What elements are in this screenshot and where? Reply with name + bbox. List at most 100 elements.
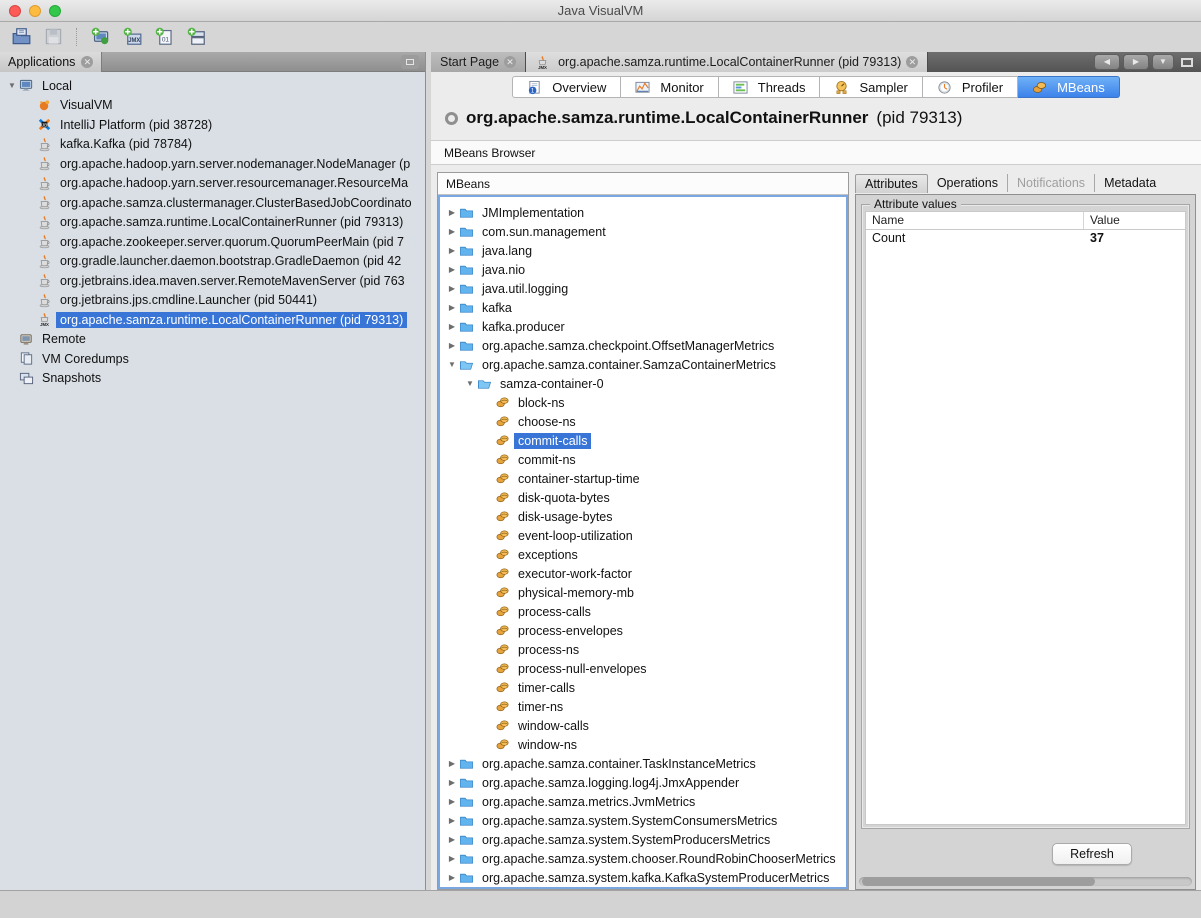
add-application-snapshot-button[interactable]	[183, 26, 209, 48]
tree-item[interactable]: ▼samza-container-0	[440, 374, 846, 393]
tree-item[interactable]: org.jetbrains.jps.cmdline.Launcher (pid …	[0, 291, 425, 311]
tree-item[interactable]: ▶org.apache.samza.checkpoint.OffsetManag…	[440, 336, 846, 355]
collapse-toggle-icon[interactable]: ▼	[463, 379, 477, 388]
expand-toggle-icon[interactable]: ▶	[445, 759, 459, 768]
add-remote-host-button[interactable]	[87, 26, 113, 48]
tree-item[interactable]: org.apache.zookeeper.server.quorum.Quoru…	[0, 232, 425, 252]
expand-toggle-icon[interactable]: ▶	[445, 246, 459, 255]
expand-toggle-icon[interactable]: ▶	[445, 341, 459, 350]
tree-item[interactable]: ▼Local	[0, 76, 425, 96]
tree-item[interactable]: ▶java.nio	[440, 260, 846, 279]
tree-item[interactable]: ▼org.apache.samza.container.SamzaContain…	[440, 355, 846, 374]
add-vm-coredump-button[interactable]: 01	[151, 26, 177, 48]
collapse-toggle-icon[interactable]: ▼	[445, 360, 459, 369]
expand-toggle-icon[interactable]: ▶	[445, 208, 459, 217]
tree-item[interactable]: JBIntelliJ Platform (pid 38728)	[0, 115, 425, 135]
tree-item[interactable]: ▶org.apache.samza.system.SystemProducers…	[440, 830, 846, 849]
mbean-tab-metadata[interactable]: Metadata	[1094, 174, 1165, 192]
close-tab-icon[interactable]: ✕	[906, 56, 918, 68]
tree-item[interactable]: ▶kafka.producer	[440, 317, 846, 336]
tree-item[interactable]: VM Coredumps	[0, 349, 425, 369]
view-tab-threads[interactable]: Threads	[719, 76, 821, 98]
tree-item[interactable]: process-envelopes	[440, 621, 846, 640]
tree-item[interactable]: disk-usage-bytes	[440, 507, 846, 526]
scroll-tabs-left-button[interactable]: ◀	[1094, 54, 1120, 70]
tree-item[interactable]: process-ns	[440, 640, 846, 659]
horizontal-scrollbar[interactable]	[859, 877, 1192, 886]
attribute-row[interactable]: Count37	[866, 230, 1185, 248]
mbean-tab-operations[interactable]: Operations	[928, 174, 1007, 192]
column-header-name[interactable]: Name	[866, 212, 1084, 229]
tree-item[interactable]: kafka.Kafka (pid 78784)	[0, 135, 425, 155]
tree-item[interactable]: org.jetbrains.idea.maven.server.RemoteMa…	[0, 271, 425, 291]
view-tab-sampler[interactable]: Sampler	[820, 76, 922, 98]
expand-toggle-icon[interactable]: ▶	[445, 873, 459, 882]
tree-item[interactable]: container-startup-time	[440, 469, 846, 488]
tree-item[interactable]: ▶java.util.logging	[440, 279, 846, 298]
expand-toggle-icon[interactable]: ▶	[445, 778, 459, 787]
tree-item[interactable]: JMXorg.apache.samza.runtime.LocalContain…	[0, 310, 425, 330]
tree-item[interactable]: choose-ns	[440, 412, 846, 431]
tree-item[interactable]: org.apache.hadoop.yarn.server.resourcema…	[0, 174, 425, 194]
expand-toggle-icon[interactable]: ▶	[445, 835, 459, 844]
view-tab-overview[interactable]: 1Overview	[512, 76, 621, 98]
tree-item[interactable]: ▶org.apache.samza.container.TaskInstance…	[440, 754, 846, 773]
expand-toggle-icon[interactable]: ▶	[445, 797, 459, 806]
expand-toggle-icon[interactable]: ▶	[445, 322, 459, 331]
tree-item[interactable]: executor-work-factor	[440, 564, 846, 583]
close-tab-icon[interactable]: ✕	[81, 56, 93, 68]
tree-item[interactable]: block-ns	[440, 393, 846, 412]
tree-item[interactable]: ▶org.apache.samza.system.kafka.KafkaSyst…	[440, 868, 846, 887]
tree-item[interactable]: disk-quota-bytes	[440, 488, 846, 507]
tree-item[interactable]: commit-calls	[440, 431, 846, 450]
scroll-tabs-right-button[interactable]: ▶	[1123, 54, 1149, 70]
maximize-view-button[interactable]	[1177, 54, 1197, 70]
tab-list-dropdown-button[interactable]: ▼	[1152, 54, 1174, 70]
expand-toggle-icon[interactable]: ▶	[445, 816, 459, 825]
tree-item[interactable]: event-loop-utilization	[440, 526, 846, 545]
expand-toggle-icon[interactable]: ▶	[445, 854, 459, 863]
tree-item[interactable]: physical-memory-mb	[440, 583, 846, 602]
close-tab-icon[interactable]: ✕	[504, 56, 516, 68]
mbean-tab-attributes[interactable]: Attributes	[855, 174, 928, 193]
tree-item[interactable]: org.gradle.launcher.daemon.bootstrap.Gra…	[0, 252, 425, 272]
tree-item[interactable]: org.apache.samza.runtime.LocalContainerR…	[0, 213, 425, 233]
expand-toggle-icon[interactable]: ▶	[445, 227, 459, 236]
view-tab-monitor[interactable]: Monitor	[621, 76, 718, 98]
add-jmx-connection-button[interactable]: JMX	[119, 26, 145, 48]
tree-item[interactable]: ▶java.lang	[440, 241, 846, 260]
expand-toggle-icon[interactable]: ▶	[445, 303, 459, 312]
tree-item[interactable]: timer-calls	[440, 678, 846, 697]
refresh-button[interactable]: Refresh	[1052, 843, 1132, 865]
load-snapshot-button[interactable]	[8, 26, 34, 48]
tree-item[interactable]: Snapshots	[0, 369, 425, 389]
tree-item[interactable]: ▶com.sun.management	[440, 222, 846, 241]
tree-item[interactable]: ▶kafka	[440, 298, 846, 317]
tree-item[interactable]: ▶org.apache.samza.system.chooser.RoundRo…	[440, 849, 846, 868]
horizontal-scrollbar-thumb[interactable]	[862, 877, 1095, 886]
tree-item[interactable]: org.apache.samza.clustermanager.ClusterB…	[0, 193, 425, 213]
tree-item[interactable]: ▶JMImplementation	[440, 203, 846, 222]
tab-applications[interactable]: Applications ✕	[0, 52, 102, 72]
document-tab[interactable]: JMXorg.apache.samza.runtime.LocalContain…	[526, 52, 928, 72]
view-tab-mbeans[interactable]: MBeans	[1018, 76, 1120, 98]
minimize-panel-button[interactable]	[401, 55, 419, 69]
tree-item[interactable]: exceptions	[440, 545, 846, 564]
expand-toggle-icon[interactable]: ▶	[445, 265, 459, 274]
collapse-toggle-icon[interactable]: ▼	[5, 81, 19, 90]
tree-item[interactable]: Remote	[0, 330, 425, 350]
document-tab[interactable]: Start Page✕	[431, 52, 526, 72]
tree-item[interactable]: process-null-envelopes	[440, 659, 846, 678]
column-header-value[interactable]: Value	[1084, 212, 1126, 229]
tree-item[interactable]: ▶org.apache.samza.metrics.JvmMetrics	[440, 792, 846, 811]
view-tab-profiler[interactable]: Profiler	[923, 76, 1018, 98]
tree-item[interactable]: commit-ns	[440, 450, 846, 469]
tree-item[interactable]: process-calls	[440, 602, 846, 621]
tree-item[interactable]: ▶org.apache.samza.system.SystemConsumers…	[440, 811, 846, 830]
tree-item[interactable]: window-ns	[440, 735, 846, 754]
tree-item[interactable]: timer-ns	[440, 697, 846, 716]
tree-item[interactable]: VisualVM	[0, 96, 425, 116]
tree-item[interactable]: ▶org.apache.samza.logging.log4j.JmxAppen…	[440, 773, 846, 792]
expand-toggle-icon[interactable]: ▶	[445, 284, 459, 293]
tree-item[interactable]: window-calls	[440, 716, 846, 735]
